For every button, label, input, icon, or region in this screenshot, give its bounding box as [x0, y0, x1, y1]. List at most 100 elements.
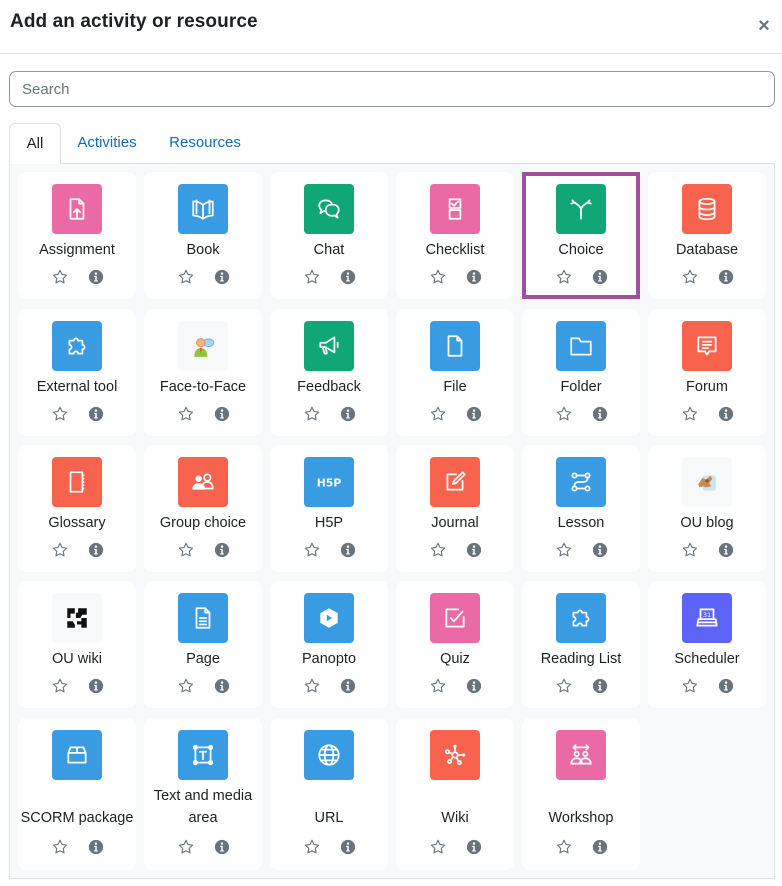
info-icon[interactable] — [339, 677, 357, 695]
star-icon[interactable] — [681, 405, 699, 423]
star-icon[interactable] — [177, 677, 195, 695]
activity-card-page[interactable]: Page — [144, 581, 262, 708]
info-icon[interactable] — [339, 541, 357, 559]
star-icon[interactable] — [303, 405, 321, 423]
activity-card-face-to-face[interactable]: Face-to-Face — [144, 309, 262, 436]
activity-card-reading-list[interactable]: Reading List — [522, 581, 640, 708]
info-icon[interactable] — [717, 268, 735, 286]
activity-card-database[interactable]: Database — [648, 172, 766, 299]
activity-card-ou-blog[interactable]: OU blog — [648, 445, 766, 572]
star-icon[interactable] — [429, 268, 447, 286]
activity-card-external-tool[interactable]: External tool — [18, 309, 136, 436]
activity-label: External tool — [36, 379, 118, 395]
star-icon[interactable] — [51, 838, 69, 856]
info-icon[interactable] — [465, 268, 483, 286]
info-icon[interactable] — [339, 268, 357, 286]
tab-resources[interactable]: Resources — [159, 123, 251, 164]
close-icon[interactable]: × — [752, 14, 776, 38]
star-icon[interactable] — [429, 405, 447, 423]
journal-icon — [430, 457, 480, 507]
info-icon[interactable] — [591, 405, 609, 423]
info-icon[interactable] — [717, 541, 735, 559]
tab-all[interactable]: All — [9, 123, 61, 164]
star-icon[interactable] — [177, 268, 195, 286]
star-icon[interactable] — [681, 268, 699, 286]
info-icon[interactable] — [87, 541, 105, 559]
activity-card-h5p[interactable]: H5P H5P — [270, 445, 388, 572]
activity-card-checklist[interactable]: Checklist — [396, 172, 514, 299]
activity-label: File — [443, 379, 467, 395]
activity-card-forum[interactable]: Forum — [648, 309, 766, 436]
activity-card-url[interactable]: URL — [270, 718, 388, 870]
activity-card-lesson[interactable]: Lesson — [522, 445, 640, 572]
star-icon[interactable] — [681, 541, 699, 559]
star-icon[interactable] — [429, 838, 447, 856]
activity-card-scheduler[interactable]: 31 Scheduler — [648, 581, 766, 708]
info-icon[interactable] — [87, 677, 105, 695]
activity-card-wiki[interactable]: Wiki — [396, 718, 514, 870]
star-icon[interactable] — [555, 268, 573, 286]
activity-card-workshop[interactable]: Workshop — [522, 718, 640, 870]
activity-card-scorm-package[interactable]: SCORM package — [18, 718, 136, 870]
activity-card-feedback[interactable]: Feedback — [270, 309, 388, 436]
activity-card-book[interactable]: Book — [144, 172, 262, 299]
info-icon[interactable] — [591, 677, 609, 695]
svg-text:31: 31 — [703, 611, 711, 619]
activity-card-folder[interactable]: Folder — [522, 309, 640, 436]
info-icon[interactable] — [465, 541, 483, 559]
star-icon[interactable] — [51, 541, 69, 559]
activity-card-panopto[interactable]: Panopto — [270, 581, 388, 708]
star-icon[interactable] — [303, 838, 321, 856]
star-icon[interactable] — [177, 541, 195, 559]
star-icon[interactable] — [303, 268, 321, 286]
activity-card-quiz[interactable]: Quiz — [396, 581, 514, 708]
star-icon[interactable] — [429, 541, 447, 559]
activity-card-ou-wiki[interactable]: OU wiki — [18, 581, 136, 708]
star-icon[interactable] — [177, 405, 195, 423]
star-icon[interactable] — [555, 677, 573, 695]
star-icon[interactable] — [555, 541, 573, 559]
info-icon[interactable] — [213, 405, 231, 423]
activity-card-journal[interactable]: Journal — [396, 445, 514, 572]
star-icon[interactable] — [177, 838, 195, 856]
info-icon[interactable] — [465, 405, 483, 423]
star-icon[interactable] — [51, 405, 69, 423]
star-icon[interactable] — [681, 677, 699, 695]
info-icon[interactable] — [213, 268, 231, 286]
activity-card-chat[interactable]: Chat — [270, 172, 388, 299]
star-icon[interactable] — [303, 677, 321, 695]
info-icon[interactable] — [213, 838, 231, 856]
info-icon[interactable] — [717, 405, 735, 423]
activity-card-glossary[interactable]: Glossary — [18, 445, 136, 572]
star-icon[interactable] — [555, 838, 573, 856]
puzzle-icon — [52, 321, 102, 371]
info-icon[interactable] — [591, 838, 609, 856]
activity-card-assignment[interactable]: Assignment — [18, 172, 136, 299]
info-icon[interactable] — [213, 677, 231, 695]
info-icon[interactable] — [339, 405, 357, 423]
activity-card-choice[interactable]: Choice — [522, 172, 640, 299]
dialog-title: Add an activity or resource — [10, 11, 258, 32]
activity-card-file[interactable]: File — [396, 309, 514, 436]
info-icon[interactable] — [87, 268, 105, 286]
activity-card-group-choice[interactable]: Group choice — [144, 445, 262, 572]
star-icon[interactable] — [303, 541, 321, 559]
search-input[interactable] — [9, 71, 775, 107]
info-icon[interactable] — [591, 268, 609, 286]
ou-wiki-icon — [52, 593, 102, 643]
activity-label: URL — [314, 810, 344, 826]
info-icon[interactable] — [339, 838, 357, 856]
info-icon[interactable] — [717, 677, 735, 695]
star-icon[interactable] — [555, 405, 573, 423]
star-icon[interactable] — [51, 677, 69, 695]
star-icon[interactable] — [51, 268, 69, 286]
info-icon[interactable] — [465, 838, 483, 856]
info-icon[interactable] — [87, 405, 105, 423]
info-icon[interactable] — [213, 541, 231, 559]
tab-activities[interactable]: Activities — [65, 123, 149, 164]
info-icon[interactable] — [87, 838, 105, 856]
activity-card-text-and-media-area[interactable]: Text and media area — [144, 718, 262, 870]
star-icon[interactable] — [429, 677, 447, 695]
info-icon[interactable] — [591, 541, 609, 559]
info-icon[interactable] — [465, 677, 483, 695]
